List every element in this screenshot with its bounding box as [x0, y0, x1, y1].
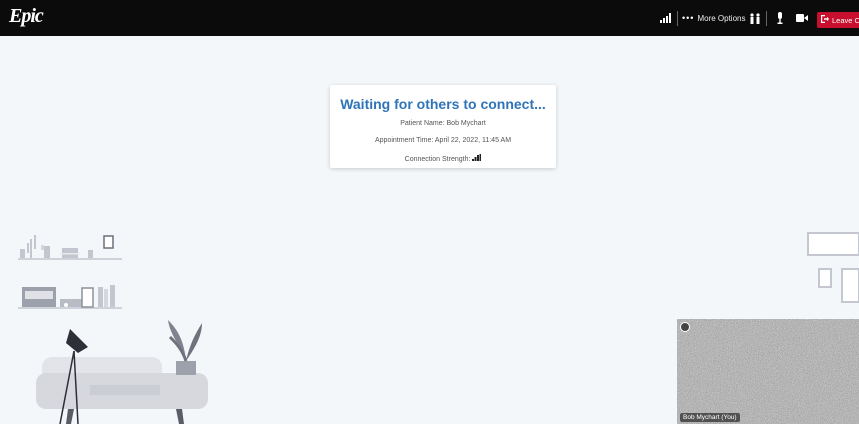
epic-logo: Epic — [9, 5, 44, 27]
self-view-video[interactable]: Bob Mychart (You) — [677, 319, 859, 424]
divider — [677, 11, 678, 26]
room-illustration — [18, 235, 208, 424]
more-options-button[interactable]: ••• More Options — [682, 0, 745, 36]
waiting-status-card: Waiting for others to connect... Patient… — [330, 85, 556, 168]
appointment-time-line: Appointment Time: April 22, 2022, 11:45 … — [374, 137, 512, 144]
more-options-label: More Options — [697, 13, 746, 23]
connection-strength-line: Connection Strength: — [330, 154, 556, 163]
microphone-icon[interactable] — [776, 0, 784, 36]
more-dots-icon: ••• — [682, 13, 695, 23]
self-view-options-icon[interactable] — [680, 322, 690, 332]
camera-icon[interactable] — [796, 0, 808, 36]
patient-name-line: Patient Name: Bob Mychart — [400, 120, 486, 127]
camera-noise-image — [677, 319, 859, 424]
signal-strength-icon[interactable] — [660, 0, 671, 36]
signal-icon — [472, 154, 482, 163]
leave-icon — [821, 15, 829, 25]
participants-icon[interactable] — [749, 0, 761, 36]
leave-call-button[interactable]: Leave Call — [817, 12, 859, 28]
waiting-title: Waiting for others to connect... — [340, 96, 546, 112]
wall-frames-illustration — [807, 232, 859, 303]
connection-strength-label: Connection Strength: — [404, 156, 471, 163]
self-view-label: Bob Mychart (You) — [680, 413, 740, 422]
divider — [766, 11, 767, 26]
top-bar: Epic ••• More Options Leave Call — [0, 0, 859, 36]
leave-call-label: Leave Call — [832, 15, 859, 25]
